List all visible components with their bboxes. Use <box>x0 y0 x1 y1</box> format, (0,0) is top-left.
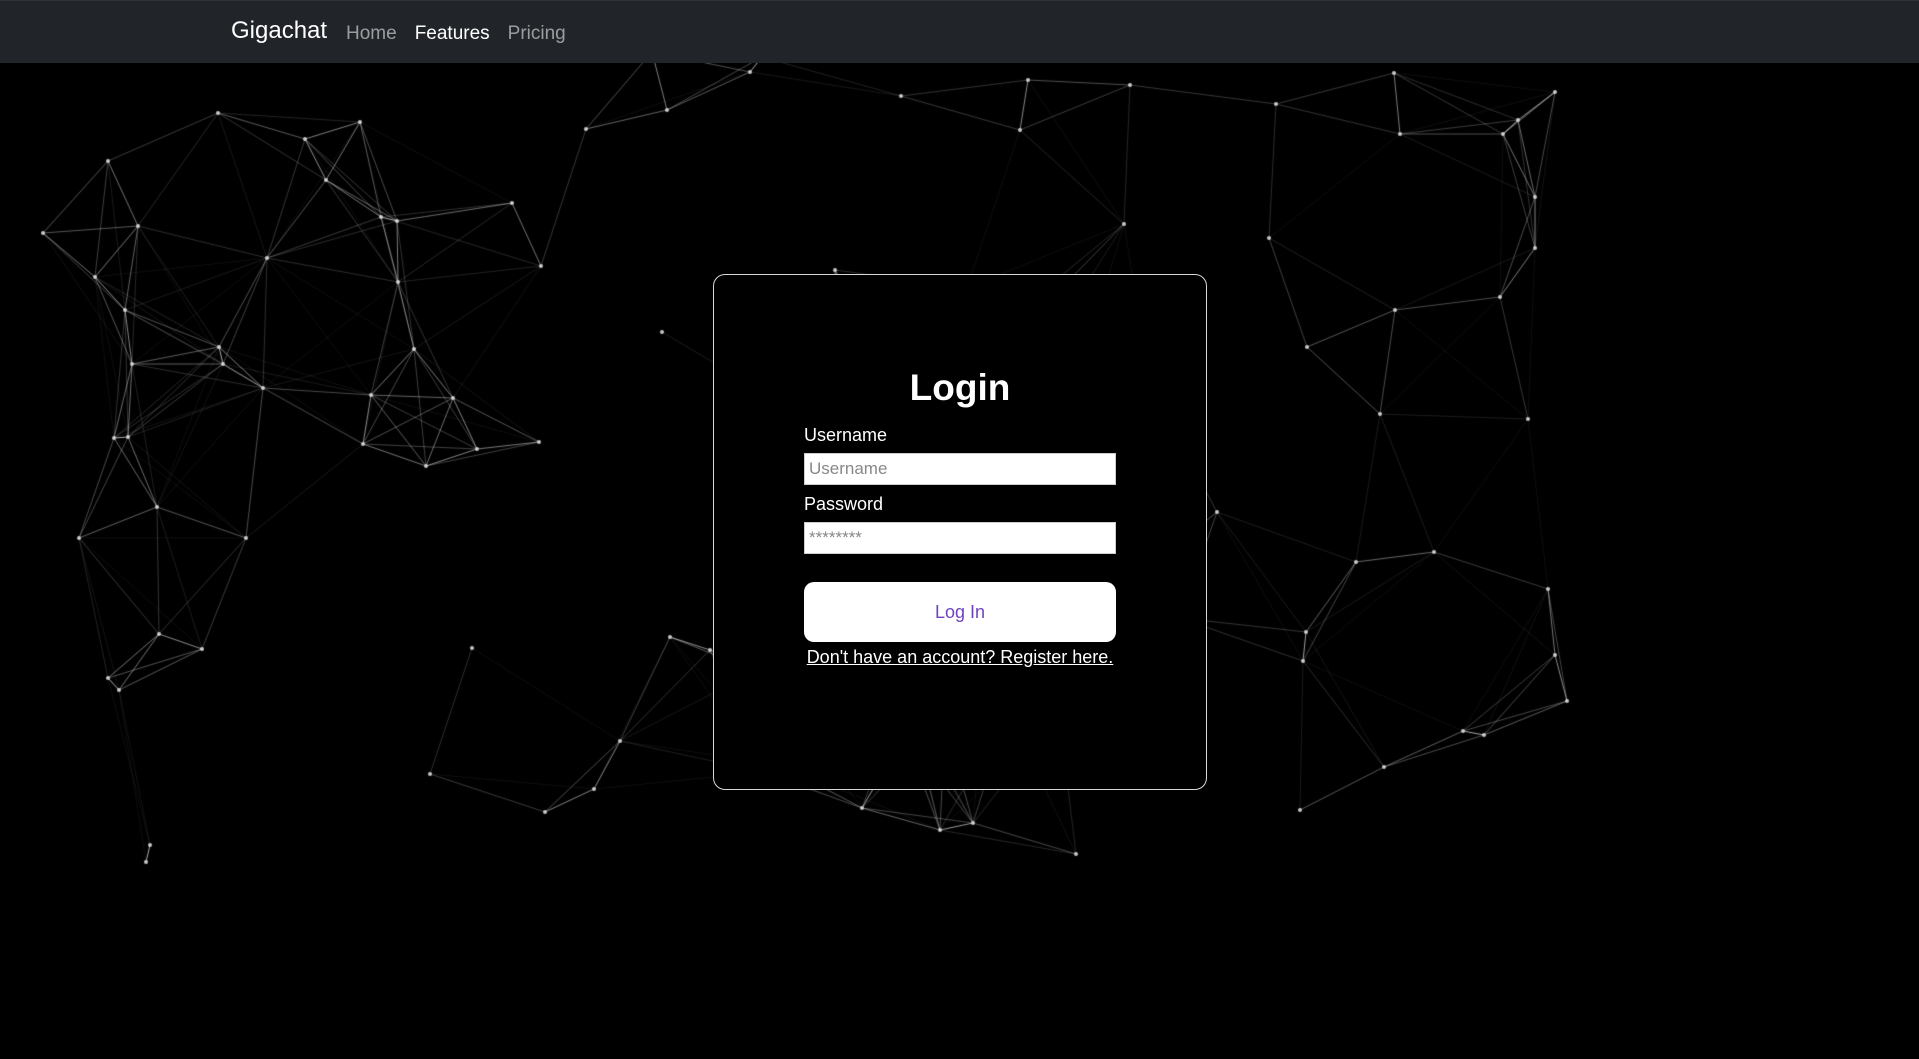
login-title: Login <box>909 367 1011 408</box>
username-input[interactable] <box>804 453 1116 485</box>
username-label: Username <box>804 425 888 445</box>
nav-links: Home Features Pricing <box>346 23 566 45</box>
brand-logo-link[interactable]: Gigachat <box>231 17 327 45</box>
password-label: Password <box>804 494 884 514</box>
login-card: Login Username Password Log In Don't hav… <box>713 274 1207 790</box>
top-navbar: Gigachat Home Features Pricing <box>0 0 1919 63</box>
password-input[interactable] <box>804 522 1116 554</box>
nav-link-pricing[interactable]: Pricing <box>508 23 566 45</box>
nav-link-features[interactable]: Features <box>415 23 490 45</box>
register-link[interactable]: Don't have an account? Register here. <box>714 647 1206 668</box>
nav-link-home[interactable]: Home <box>346 23 397 45</box>
login-button[interactable]: Log In <box>804 582 1116 642</box>
